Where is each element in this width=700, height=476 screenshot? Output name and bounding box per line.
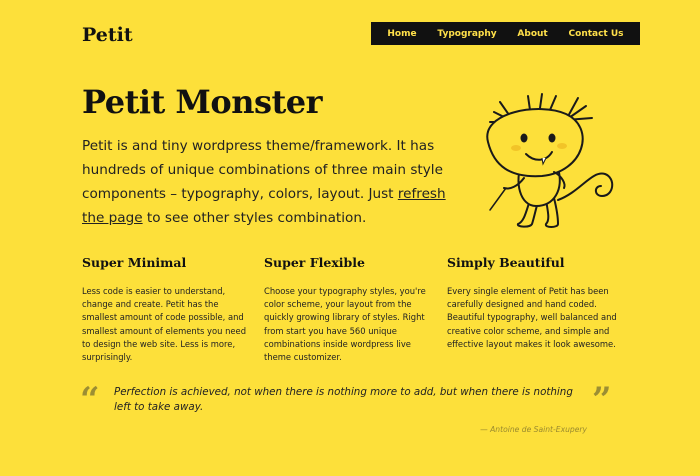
feature-title: Super Minimal — [82, 255, 187, 270]
nav-typography[interactable]: Typography — [437, 29, 496, 39]
monster-illustration — [486, 93, 614, 228]
main-nav: Home Typography About Contact Us — [371, 22, 640, 45]
feature-title: Simply Beautiful — [447, 255, 565, 270]
hero-title: Petit Monster — [82, 83, 322, 121]
feature-title: Super Flexible — [264, 255, 365, 270]
hero-text-end: to see other styles combination. — [142, 210, 367, 226]
hero-text: Petit is and tiny wordpress theme/framew… — [82, 134, 452, 230]
quote-author: — Antoine de Saint-Exupery — [480, 425, 587, 434]
feature-super-flexible: Super Flexible Choose your typography st… — [264, 255, 434, 364]
nav-home[interactable]: Home — [387, 29, 416, 39]
feature-text: Every single element of Petit has been c… — [447, 286, 617, 349]
close-quote-icon: ” — [592, 380, 612, 420]
open-quote-icon: “ — [80, 380, 100, 420]
feature-super-minimal: Super Minimal Less code is easier to und… — [82, 255, 252, 364]
feature-text: Less code is easier to understand, chang… — [82, 286, 247, 363]
nav-contact-us[interactable]: Contact Us — [569, 29, 624, 39]
quote-text: Perfection is achieved, not when there i… — [114, 386, 573, 413]
feature-text: Choose your typography styles, you're co… — [264, 286, 426, 363]
hero-text-start: Petit is and tiny wordpress theme/framew… — [82, 138, 443, 202]
nav-about[interactable]: About — [517, 29, 547, 39]
site-logo[interactable]: Petit — [82, 24, 133, 46]
feature-simply-beautiful: Simply Beautiful Every single element of… — [447, 255, 617, 351]
